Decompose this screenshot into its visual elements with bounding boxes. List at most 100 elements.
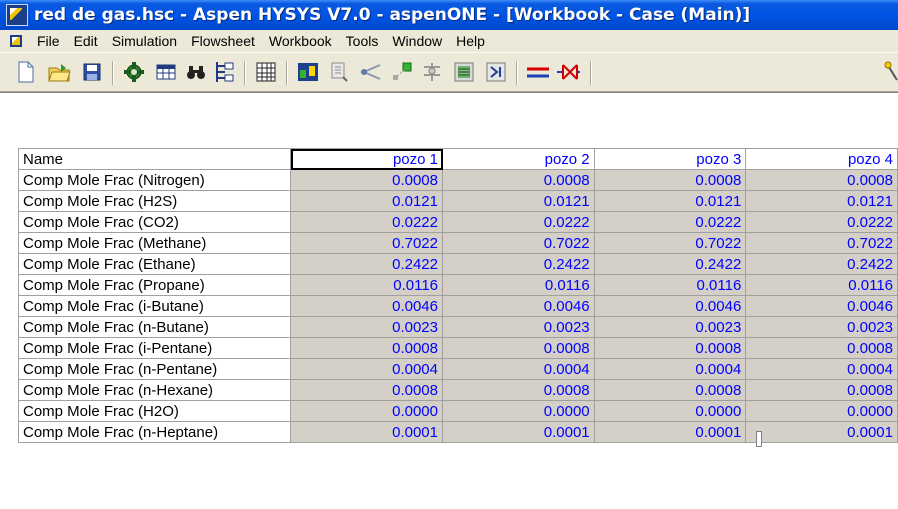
value-cell[interactable]: 0.0222 (442, 211, 595, 233)
document-menu-icon[interactable] (10, 35, 22, 47)
value-cell[interactable]: 0.0121 (593, 190, 747, 212)
value-cell[interactable]: 0.0222 (593, 211, 747, 233)
hysys-app-icon[interactable] (6, 4, 28, 26)
workbook-view: Name pozo 1 pozo 2 pozo 3 pozo 4 Comp Mo… (0, 92, 898, 509)
value-cell[interactable]: 0.0004 (745, 358, 898, 380)
value-cell[interactable]: 0.0004 (593, 358, 747, 380)
menu-tools[interactable]: Tools (339, 30, 386, 52)
value-cell[interactable]: 0.0008 (745, 337, 898, 359)
value-cell[interactable]: 0.7022 (745, 232, 898, 254)
value-cell[interactable]: 0.0023 (593, 316, 747, 338)
node-icon[interactable] (390, 60, 414, 84)
column-header-pozo-1[interactable]: pozo 1 (290, 148, 443, 170)
menu-workbook[interactable]: Workbook (262, 30, 339, 52)
value-cell[interactable]: 0.0000 (442, 400, 595, 422)
value-cell[interactable]: 0.0046 (442, 295, 595, 317)
workbook-icon[interactable] (154, 60, 178, 84)
row-label: Comp Mole Frac (H2O) (17, 400, 292, 422)
value-cell[interactable]: 0.0008 (290, 337, 443, 359)
stream-line-icon[interactable] (526, 60, 550, 84)
value-cell[interactable]: 0.0008 (290, 169, 443, 191)
stream-icon[interactable] (328, 60, 352, 84)
new-document-icon[interactable] (14, 60, 38, 84)
column-header-pozo-2[interactable]: pozo 2 (442, 148, 595, 170)
value-cell[interactable]: 0.0121 (290, 190, 443, 212)
value-cell[interactable]: 0.0001 (290, 421, 443, 443)
value-cell[interactable]: 0.0222 (745, 211, 898, 233)
valve-icon[interactable] (556, 60, 580, 84)
value-cell[interactable]: 0.7022 (593, 232, 747, 254)
value-cell[interactable]: 0.0001 (593, 421, 747, 443)
value-cell[interactable]: 0.0004 (442, 358, 595, 380)
value-cell[interactable]: 0.0008 (442, 169, 595, 191)
menu-window[interactable]: Window (385, 30, 449, 52)
table-row: Comp Mole Frac (Methane) 0.7022 0.7022 0.70… (17, 232, 898, 254)
value-cell[interactable]: 0.0001 (745, 421, 898, 443)
title-bar[interactable]: red de gas.hsc - Aspen HYSYS V7.0 - aspe… (0, 0, 898, 30)
value-cell[interactable]: 0.0023 (442, 316, 595, 338)
value-cell[interactable]: 0.0116 (290, 274, 443, 296)
value-cell[interactable]: 0.0000 (593, 400, 747, 422)
menu-help[interactable]: Help (449, 30, 492, 52)
value-cell[interactable]: 0.0023 (745, 316, 898, 338)
table-row: Comp Mole Frac (CO2) 0.0222 0.0222 0.0222 0.… (17, 211, 898, 233)
value-cell[interactable]: 0.0001 (442, 421, 595, 443)
value-cell[interactable]: 0.0008 (593, 337, 747, 359)
save-icon[interactable] (80, 60, 104, 84)
value-cell[interactable]: 0.2422 (745, 253, 898, 275)
row-label: Comp Mole Frac (Ethane) (17, 253, 292, 275)
extra-tool-icon[interactable] (880, 60, 898, 84)
stat-icon[interactable] (452, 60, 476, 84)
column-header-name: Name (17, 148, 292, 170)
value-cell[interactable]: 0.0116 (745, 274, 898, 296)
row-label: Comp Mole Frac (i-Pentane) (17, 337, 292, 359)
toolbar-separator (244, 61, 246, 85)
value-cell[interactable]: 0.0000 (290, 400, 443, 422)
value-cell[interactable]: 0.2422 (593, 253, 747, 275)
pfd-icon[interactable] (296, 60, 320, 84)
object-navigator-icon[interactable] (212, 60, 236, 84)
pipe-icon[interactable] (358, 60, 382, 84)
open-folder-icon[interactable] (48, 60, 72, 84)
column-header-pozo-3[interactable]: pozo 3 (593, 148, 747, 170)
recycle-icon[interactable] (420, 60, 444, 84)
value-cell[interactable]: 0.0121 (442, 190, 595, 212)
value-cell[interactable]: 0.7022 (442, 232, 595, 254)
menu-simulation[interactable]: Simulation (105, 30, 184, 52)
value-cell[interactable]: 0.0046 (593, 295, 747, 317)
value-cell[interactable]: 0.0008 (745, 169, 898, 191)
value-cell[interactable]: 0.0222 (290, 211, 443, 233)
find-binoculars-icon[interactable] (184, 60, 208, 84)
value-cell[interactable]: 0.0008 (442, 337, 595, 359)
spreadsheet-icon[interactable] (484, 60, 508, 84)
value-cell[interactable]: 0.0116 (593, 274, 747, 296)
case-component-icon[interactable] (122, 60, 146, 84)
column-header-pozo-4[interactable]: pozo 4 (745, 148, 898, 170)
value-cell[interactable]: 0.0121 (745, 190, 898, 212)
value-cell[interactable]: 0.0008 (745, 379, 898, 401)
value-cell[interactable]: 0.0008 (442, 379, 595, 401)
value-cell[interactable]: 0.2422 (442, 253, 595, 275)
value-cell[interactable]: 0.0023 (290, 316, 443, 338)
grid-icon[interactable] (254, 60, 278, 84)
value-cell[interactable]: 0.0116 (442, 274, 595, 296)
value-cell[interactable]: 0.0008 (290, 379, 443, 401)
toolbar-separator (590, 61, 592, 85)
menu-bar: File Edit Simulation Flowsheet Workbook … (0, 30, 898, 52)
table-row: Comp Mole Frac (n-Pentane) 0.0004 0.0004 0.… (17, 358, 898, 380)
text-cursor-marker (756, 431, 762, 447)
value-cell[interactable]: 0.0008 (593, 169, 747, 191)
menu-flowsheet[interactable]: Flowsheet (184, 30, 262, 52)
row-label: Comp Mole Frac (CO2) (17, 211, 292, 233)
value-cell[interactable]: 0.0046 (290, 295, 443, 317)
value-cell[interactable]: 0.0008 (593, 379, 747, 401)
value-cell[interactable]: 0.0004 (290, 358, 443, 380)
menu-edit[interactable]: Edit (67, 30, 105, 52)
value-cell[interactable]: 0.7022 (290, 232, 443, 254)
row-label: Comp Mole Frac (H2S) (17, 190, 292, 212)
workbook-table: Name pozo 1 pozo 2 pozo 3 pozo 4 Comp Mo… (17, 148, 898, 443)
value-cell[interactable]: 0.0046 (745, 295, 898, 317)
menu-file[interactable]: File (30, 30, 67, 52)
value-cell[interactable]: 0.0000 (745, 400, 898, 422)
value-cell[interactable]: 0.2422 (290, 253, 443, 275)
